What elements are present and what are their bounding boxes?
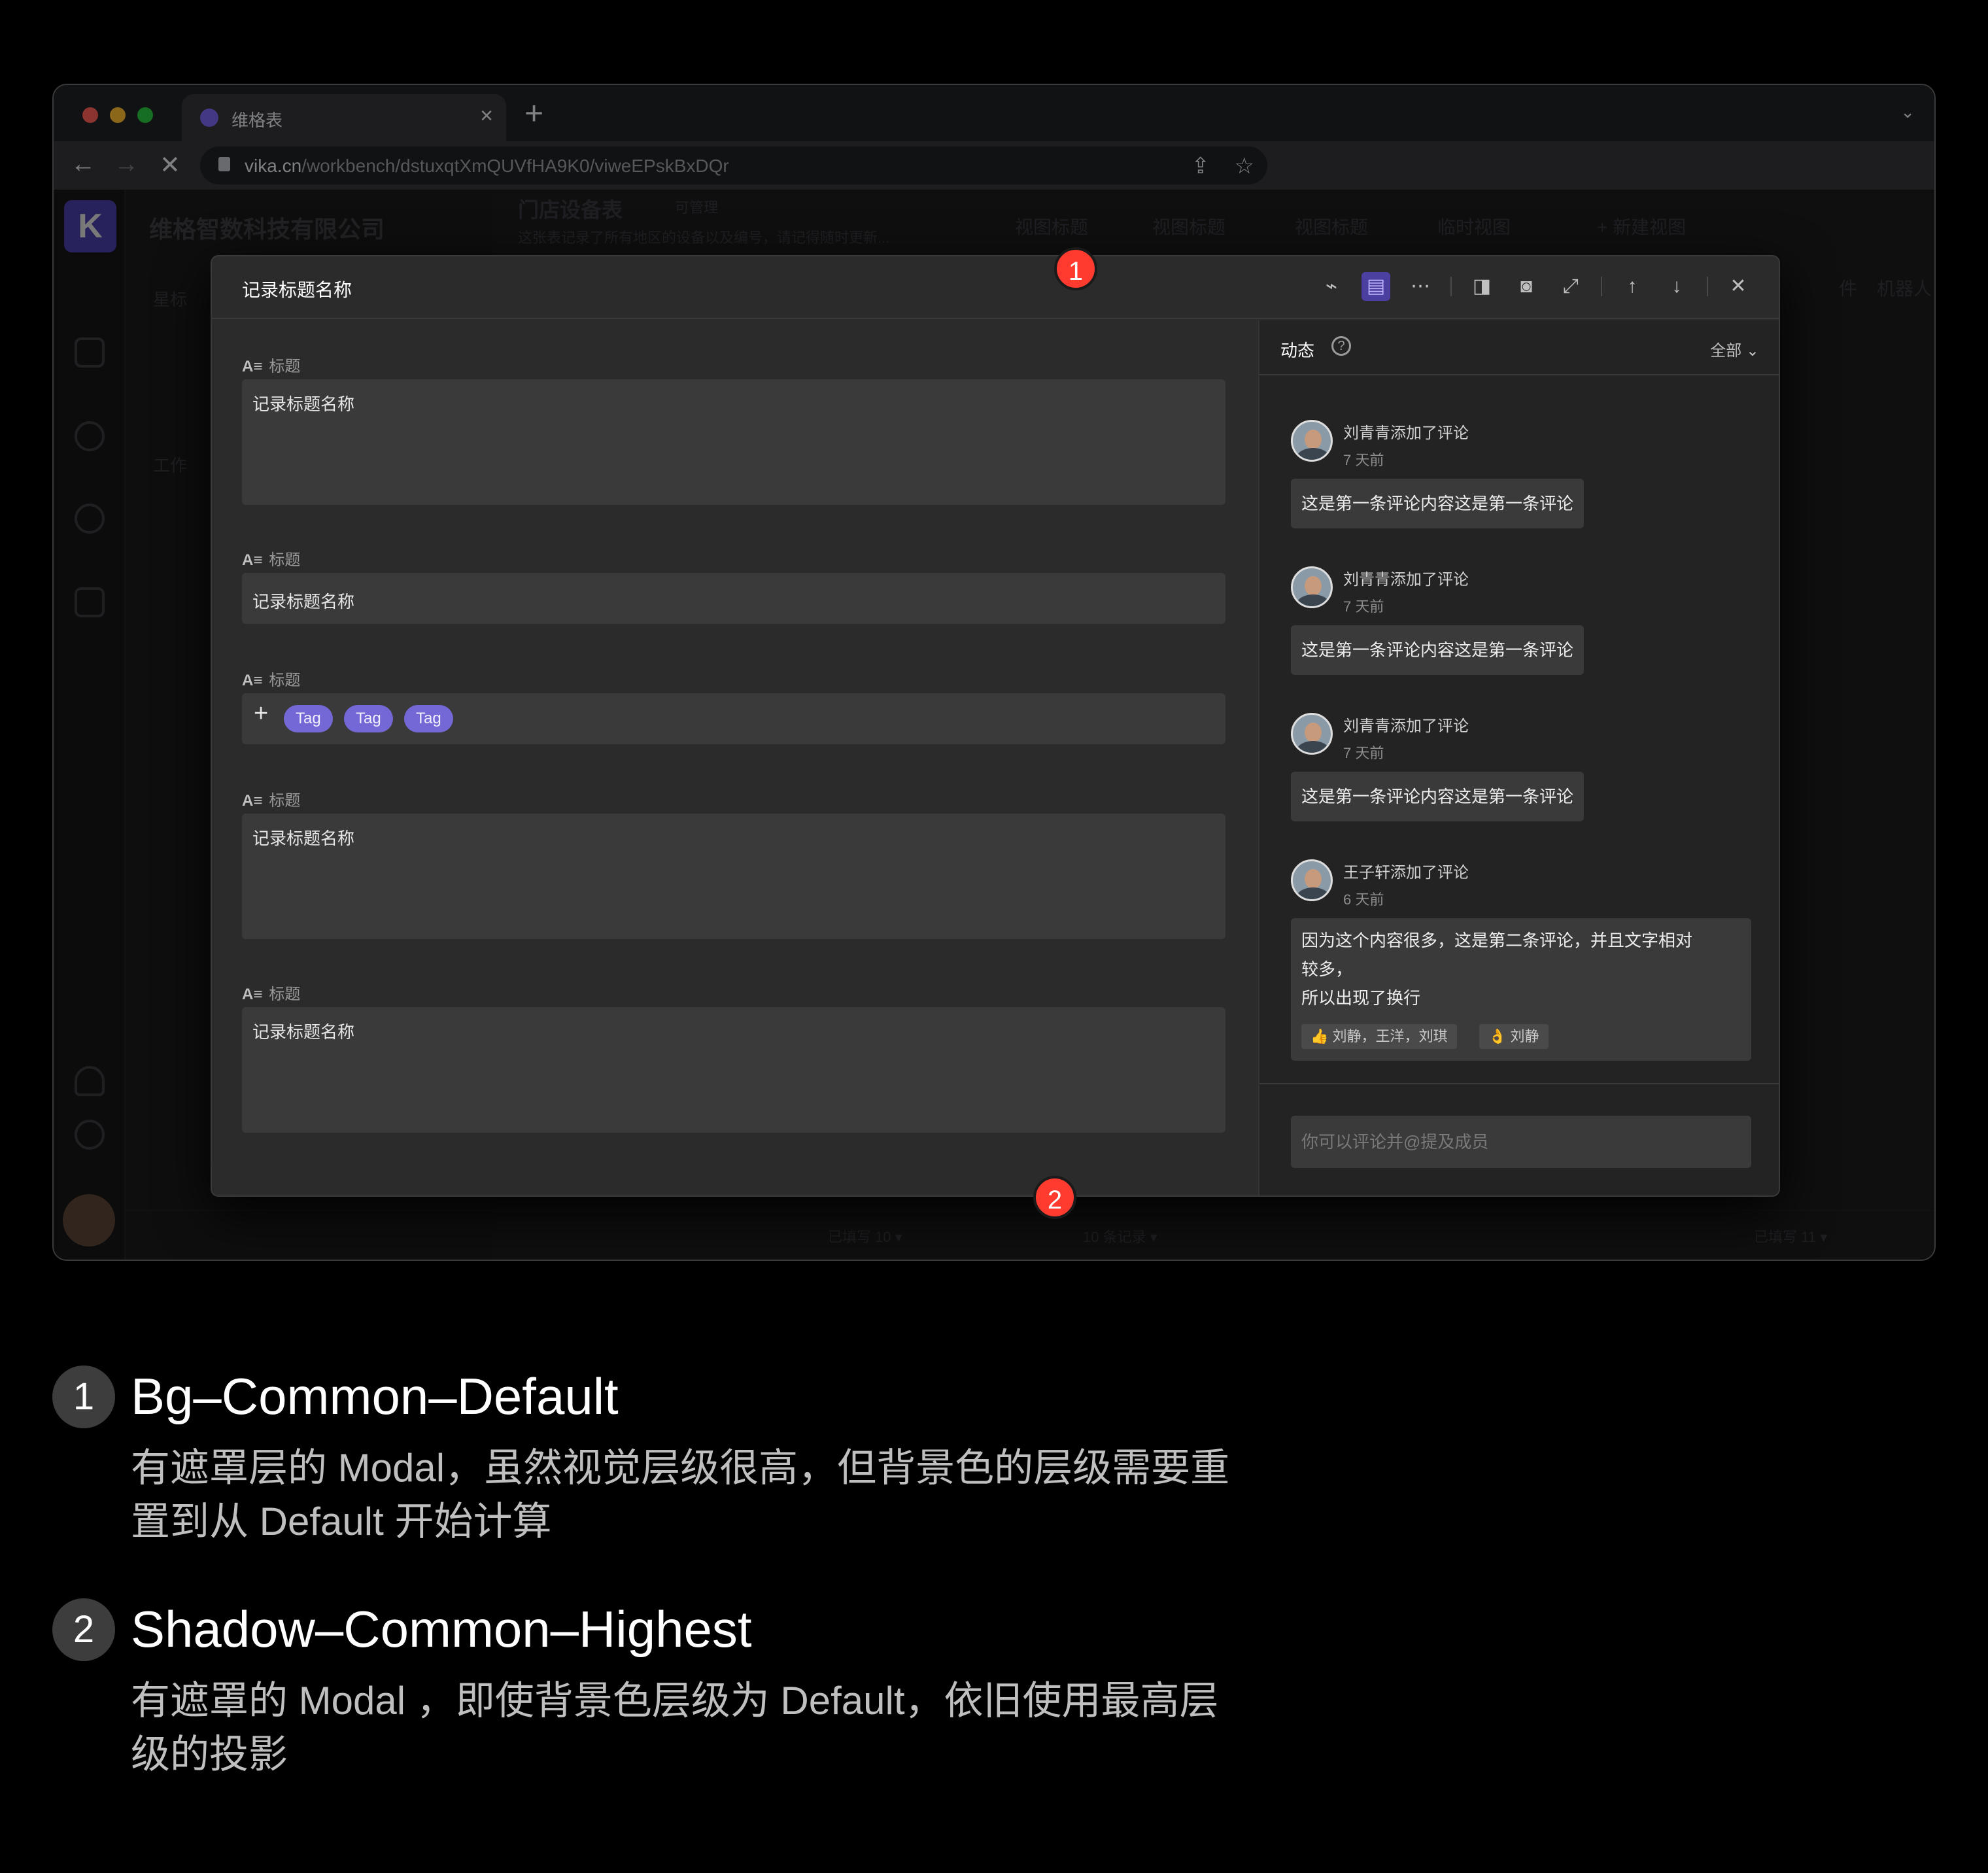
record-modal: 记录标题名称 ⌁ ▤ ⋯ ◨ ◙ ⤢ ↑ ↓ ✕ A≡ 标题 记录标题名称 A≡ 标… — [211, 255, 1780, 1197]
multiline-text-field[interactable]: 记录标题名称 — [242, 379, 1225, 505]
multiline-text-field[interactable]: 记录标题名称 — [242, 814, 1225, 939]
browser-window: 维格表 × + ⌄ ← → ✕ vika.cn/workbench/dstuxq… — [52, 84, 1936, 1261]
comment-time: 6 天前 — [1343, 891, 1384, 908]
next-record-icon[interactable]: ↓ — [1662, 272, 1691, 301]
comment-line: 所以出现了换行 — [1301, 988, 1421, 1008]
comment-author: 刘青青添加了评论 — [1343, 424, 1469, 442]
single-line-text-field[interactable]: 记录标题名称 — [242, 573, 1225, 624]
add-tag-icon[interactable]: + — [254, 701, 268, 726]
text-field-icon: A≡ — [242, 986, 263, 1003]
comment-time: 7 天前 — [1343, 452, 1384, 468]
record-form: A≡ 标题 记录标题名称 A≡ 标题 记录标题名称 A≡ 标题 + Tag Tag T… — [212, 320, 1258, 1195]
field-label: A≡ 标题 — [242, 672, 301, 689]
reactions: 👍 刘静，王洋，刘琪 👌 刘静 — [1301, 1024, 1694, 1049]
modal-header: 记录标题名称 ⌁ ▤ ⋯ ◨ ◙ ⤢ ↑ ↓ ✕ — [212, 256, 1779, 319]
activity-header: 动态 ? 全部 ⌄ — [1260, 320, 1779, 375]
field-value: 记录标题名称 — [252, 1022, 355, 1042]
field-value: 记录标题名称 — [252, 592, 355, 611]
desc-line: 置到从 Default 开始计算 — [131, 1500, 552, 1543]
field-label: A≡ 标题 — [242, 551, 301, 569]
desc-line: 有遮罩层的 Modal，虽然视觉层级很高，但背景色的层级需要重 — [131, 1446, 1230, 1490]
more-icon[interactable]: ⋯ — [1406, 272, 1435, 301]
close-icon[interactable]: ✕ — [1724, 272, 1753, 301]
field-label: A≡ 标题 — [242, 792, 301, 810]
avatar — [1291, 859, 1333, 901]
text-field-icon: A≡ — [242, 792, 263, 810]
tag-field[interactable]: + Tag Tag Tag — [242, 693, 1225, 744]
comment-bubble[interactable]: 这是第一条评论内容这是第一条评论 — [1291, 772, 1585, 821]
annotation-number-1: 1 — [52, 1366, 115, 1428]
help-icon[interactable]: ? — [1331, 336, 1351, 356]
text-field-icon: A≡ — [242, 551, 263, 569]
avatar — [1291, 420, 1333, 462]
comment-time: 7 天前 — [1343, 745, 1384, 761]
tag-chip[interactable]: Tag — [404, 705, 453, 732]
activity-filter-dropdown[interactable]: 全部 ⌄ — [1710, 337, 1759, 360]
comment-bubble[interactable]: 这是第一条评论内容这是第一条评论 — [1291, 625, 1585, 675]
comment-author: 刘青青添加了评论 — [1343, 717, 1469, 735]
comment-time: 7 天前 — [1343, 598, 1384, 615]
annotation-number-2: 2 — [52, 1598, 115, 1661]
field-value: 记录标题名称 — [252, 829, 355, 848]
tag-chip[interactable]: Tag — [284, 705, 333, 732]
field-value: 记录标题名称 — [252, 394, 355, 414]
activity-panel: 动态 ? 全部 ⌄ 刘青青添加了评论 7 天前 这是第一条评论内容这是第一条评论… — [1258, 320, 1779, 1195]
comment-icon[interactable]: ▤ — [1362, 272, 1390, 301]
comment-bubble[interactable]: 这是第一条评论内容这是第一条评论 — [1291, 479, 1585, 528]
fullscreen-icon[interactable]: ⤢ — [1556, 272, 1585, 301]
reaction-ok[interactable]: 👌 刘静 — [1479, 1024, 1549, 1049]
toolbar-divider — [1707, 277, 1708, 296]
activity-title: 动态 — [1280, 341, 1315, 360]
annotation-desc-1: 有遮罩层的 Modal，虽然视觉层级很高，但背景色的层级需要重 置到从 Defa… — [131, 1441, 1413, 1549]
side-panel-icon[interactable]: ◨ — [1467, 272, 1496, 301]
reaction-thumbs-up[interactable]: 👍 刘静，王洋，刘琪 — [1301, 1024, 1457, 1049]
text-field-icon: A≡ — [242, 358, 263, 375]
subscribe-icon[interactable]: ⌁ — [1317, 272, 1346, 301]
comment-line: 较多， — [1301, 959, 1353, 979]
annotation-title-1: Bg–Common–Default — [131, 1367, 619, 1425]
desc-line: 有遮罩的 Modal ，即使背景色层级为 Default，依旧使用最高层 — [131, 1679, 1219, 1723]
tag-chip[interactable]: Tag — [344, 705, 393, 732]
modal-toolbar: ⌁ ▤ ⋯ ◨ ◙ ⤢ ↑ ↓ ✕ — [1317, 272, 1753, 301]
center-modal-icon[interactable]: ◙ — [1512, 272, 1541, 301]
modal-title: 记录标题名称 — [242, 280, 352, 300]
avatar — [1291, 566, 1333, 608]
annotation-desc-2: 有遮罩的 Modal ，即使背景色层级为 Default，依旧使用最高层 级的投… — [131, 1674, 1413, 1781]
comment-input[interactable] — [1291, 1116, 1751, 1168]
desc-line: 级的投影 — [131, 1732, 288, 1776]
multiline-text-field[interactable]: 记录标题名称 — [242, 1007, 1225, 1133]
annotation-title-2: Shadow–Common–Highest — [131, 1600, 752, 1658]
avatar — [1291, 713, 1333, 755]
toolbar-divider — [1601, 277, 1602, 296]
marker-1: 1 — [1054, 247, 1097, 290]
text-field-icon: A≡ — [242, 672, 263, 689]
field-label: A≡ 标题 — [242, 986, 301, 1003]
comment-bubble[interactable]: 因为这个内容很多，这是第二条评论，并且文字相对 较多， 所以出现了换行 👍 刘静… — [1291, 918, 1751, 1061]
toolbar-divider — [1450, 277, 1452, 296]
marker-2: 2 — [1033, 1176, 1076, 1219]
comment-line: 因为这个内容很多，这是第二条评论，并且文字相对 — [1301, 931, 1693, 950]
comment-author: 刘青青添加了评论 — [1343, 571, 1469, 589]
previous-record-icon[interactable]: ↑ — [1618, 272, 1647, 301]
comment-composer — [1260, 1083, 1779, 1195]
comment-author: 王子轩添加了评论 — [1343, 864, 1469, 882]
field-label: A≡ 标题 — [242, 358, 301, 375]
